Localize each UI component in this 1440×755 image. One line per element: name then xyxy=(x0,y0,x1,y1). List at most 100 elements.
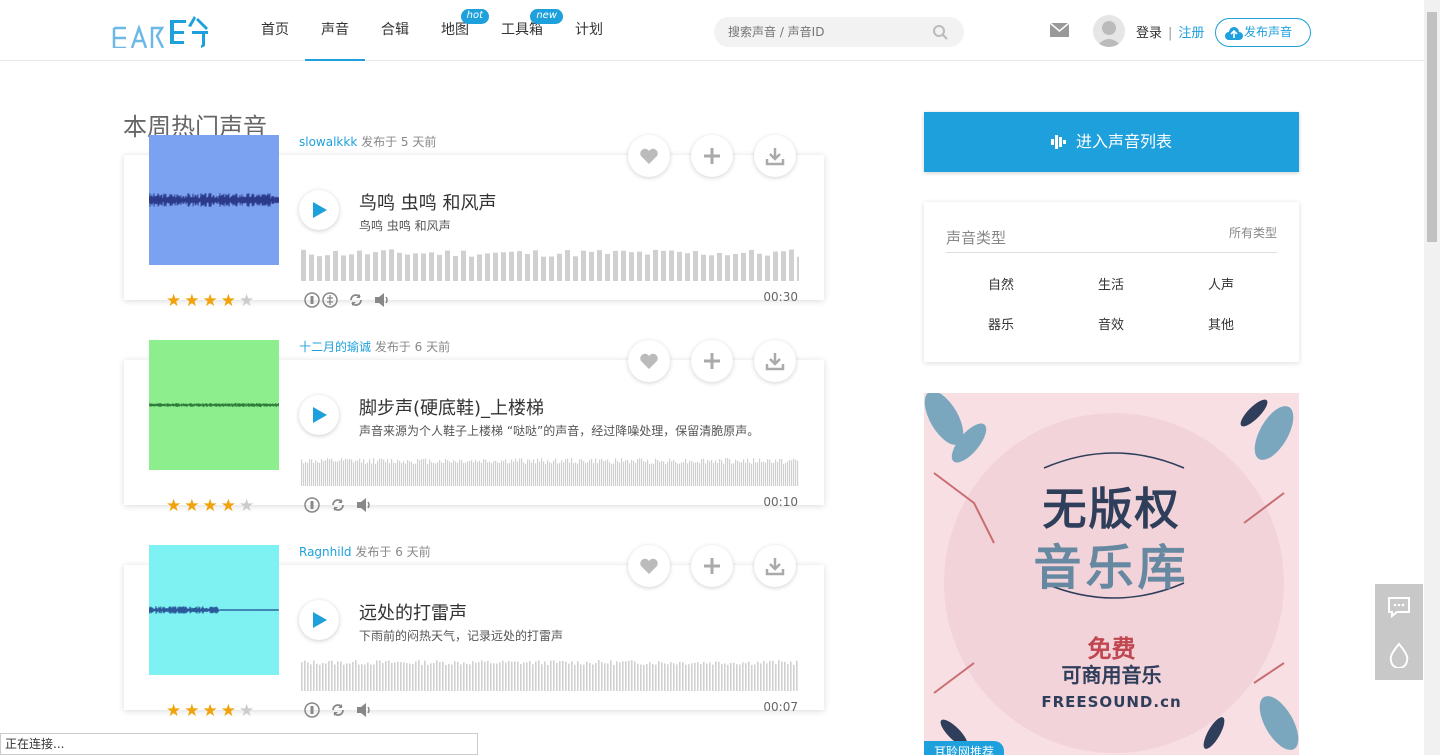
author-link[interactable]: 十二月的瑜诚 xyxy=(299,340,371,354)
license-icon[interactable] xyxy=(304,497,320,513)
license-icon[interactable] xyxy=(304,292,320,308)
waveform-display[interactable] xyxy=(301,247,799,281)
type-sfx[interactable]: 音效 xyxy=(1056,314,1166,333)
star-icon[interactable]: ★ xyxy=(184,292,199,310)
waveform-display[interactable] xyxy=(301,452,799,486)
star-icon[interactable]: ★ xyxy=(184,497,199,515)
loop-icon[interactable] xyxy=(348,292,364,308)
star-icon[interactable]: ★ xyxy=(166,292,181,310)
waveform-bar xyxy=(403,662,405,691)
mail-icon[interactable] xyxy=(1050,23,1069,37)
type-instrument[interactable]: 器乐 xyxy=(946,314,1056,333)
star-icon[interactable]: ★ xyxy=(184,702,199,720)
play-button[interactable] xyxy=(299,600,339,640)
play-button[interactable] xyxy=(299,395,339,435)
waveform-bar xyxy=(463,662,465,691)
nav-collections[interactable]: 合辑 xyxy=(365,0,425,61)
loop-icon[interactable] xyxy=(330,497,346,513)
nav-plan[interactable]: 计划 xyxy=(559,0,619,61)
scrollbar[interactable] xyxy=(1424,0,1440,755)
star-icon[interactable]: ★ xyxy=(203,292,218,310)
like-button[interactable] xyxy=(628,545,670,587)
rating-stars[interactable]: ★ ★ ★ ★ ★ xyxy=(166,497,254,515)
waveform-bar xyxy=(349,254,354,281)
download-button[interactable] xyxy=(754,135,796,177)
license-icon[interactable] xyxy=(304,702,320,718)
add-to-collection-button[interactable] xyxy=(691,135,733,177)
star-icon[interactable]: ★ xyxy=(221,497,236,515)
loop-icon[interactable] xyxy=(330,702,346,718)
waveform-bar xyxy=(781,661,783,691)
waveform-bar xyxy=(577,463,579,486)
play-button[interactable] xyxy=(299,190,339,230)
noncommercial-icon[interactable] xyxy=(322,292,338,308)
like-button[interactable] xyxy=(628,135,670,177)
star-icon[interactable]: ★ xyxy=(166,497,181,515)
star-icon[interactable]: ★ xyxy=(239,702,254,720)
waveform-bar xyxy=(757,661,759,691)
rating-stars[interactable]: ★ ★ ★ ★ ★ xyxy=(166,702,254,720)
nav-map[interactable]: 地图 hot xyxy=(425,0,489,61)
volume-icon[interactable] xyxy=(356,497,372,513)
star-icon[interactable]: ★ xyxy=(239,497,254,515)
chat-icon[interactable] xyxy=(1387,596,1411,618)
enter-sound-list-button[interactable]: 进入声音列表 xyxy=(924,112,1299,172)
waveform-bar xyxy=(431,461,433,486)
type-life[interactable]: 生活 xyxy=(1056,274,1166,293)
waveform-bar xyxy=(322,662,324,691)
waveform-bar xyxy=(400,662,402,691)
login-link[interactable]: 登录 xyxy=(1136,26,1162,41)
download-button[interactable] xyxy=(754,545,796,587)
nav-toolbox[interactable]: 工具箱 new xyxy=(485,0,563,61)
sound-title[interactable]: 鸟鸣 虫鸣 和风声 xyxy=(359,189,496,215)
add-to-collection-button[interactable] xyxy=(691,545,733,587)
waveform-bar xyxy=(466,663,468,691)
author-link[interactable]: slowalkkk xyxy=(299,135,357,149)
sound-thumbnail[interactable] xyxy=(149,135,279,265)
ad-banner[interactable]: 无版权 音乐库 免费 可商用音乐 FREESOUND.cn 耳聆网推荐 xyxy=(924,393,1299,755)
type-voice[interactable]: 人声 xyxy=(1166,274,1276,293)
search-input[interactable] xyxy=(714,17,914,47)
waveform-bar xyxy=(625,661,627,691)
add-to-collection-button[interactable] xyxy=(691,340,733,382)
all-types-link[interactable]: 所有类型 xyxy=(1229,224,1277,241)
waveform-bar xyxy=(653,249,658,281)
author-link[interactable]: Ragnhild xyxy=(299,545,352,559)
volume-icon[interactable] xyxy=(356,702,372,718)
waveform-bar xyxy=(499,662,501,691)
waveform-bar xyxy=(775,459,777,486)
nav-home[interactable]: 首页 xyxy=(245,0,305,61)
scroll-thumb[interactable] xyxy=(1427,12,1437,242)
publish-sound-button[interactable]: 发布声音 xyxy=(1215,18,1311,47)
register-link[interactable]: 注册 xyxy=(1178,26,1204,41)
waveform-display[interactable] xyxy=(301,657,799,691)
waveform-bar xyxy=(670,662,672,691)
sound-title[interactable]: 脚步声(硬底鞋)_上楼梯 xyxy=(359,394,544,420)
volume-icon[interactable] xyxy=(374,292,390,308)
rating-stars[interactable]: ★ ★ ★ ★ ★ xyxy=(166,292,254,310)
star-icon[interactable]: ★ xyxy=(221,702,236,720)
waveform-bar xyxy=(405,254,410,281)
download-button[interactable] xyxy=(754,340,796,382)
type-other[interactable]: 其他 xyxy=(1166,314,1276,333)
nav-sounds[interactable]: 声音 xyxy=(305,0,365,61)
ad-recommend-tag: 耳聆网推荐 xyxy=(924,741,1005,755)
sound-thumbnail[interactable] xyxy=(149,340,279,470)
star-icon[interactable]: ★ xyxy=(239,292,254,310)
type-nature[interactable]: 自然 xyxy=(946,274,1056,293)
sound-title[interactable]: 远处的打雷声 xyxy=(359,599,467,625)
avatar[interactable] xyxy=(1093,15,1125,47)
star-icon[interactable]: ★ xyxy=(203,702,218,720)
star-icon[interactable]: ★ xyxy=(166,702,181,720)
sound-thumbnail[interactable] xyxy=(149,545,279,675)
waveform-bar xyxy=(797,460,799,486)
waveform-bar xyxy=(355,460,357,486)
star-icon[interactable]: ★ xyxy=(221,292,236,310)
like-button[interactable] xyxy=(628,340,670,382)
search-icon[interactable] xyxy=(932,24,948,40)
waveform-bar xyxy=(529,661,531,691)
sound-description: 鸟鸣 虫鸣 和风声 xyxy=(359,219,451,233)
ear-logo[interactable] xyxy=(112,14,216,48)
star-icon[interactable]: ★ xyxy=(203,497,218,515)
drop-icon[interactable] xyxy=(1387,642,1411,668)
